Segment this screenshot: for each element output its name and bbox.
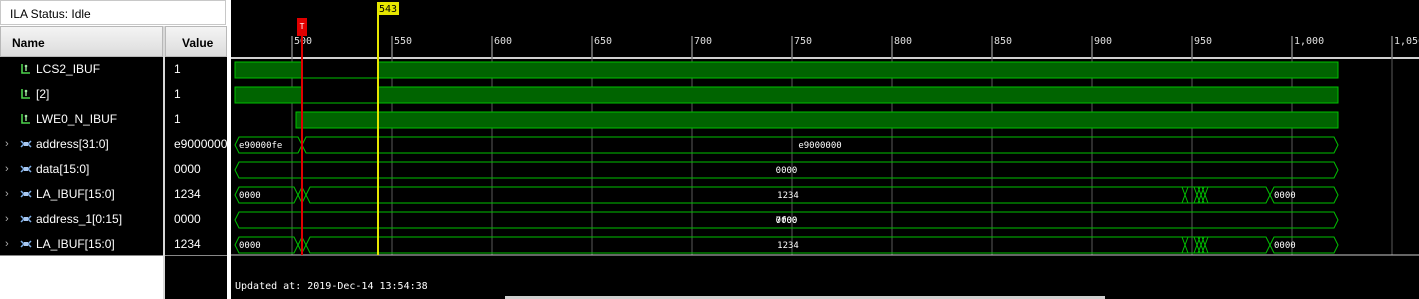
bus-signal-icon [20,138,32,150]
name-column-header[interactable]: Name [0,26,163,57]
signal-row[interactable]: › data[15:0] [0,157,163,182]
tick-label: 750 [794,36,812,47]
tick-label: 850 [994,36,1012,47]
signal-row[interactable]: LCS2_IBUF [0,57,163,82]
expand-chevron-icon[interactable]: › [5,138,9,150]
signal-value: 1 [174,87,181,101]
ila-status-bar: ILA Status: Idle [0,0,226,25]
bus-transition-mark [1201,236,1209,254]
expand-chevron-icon[interactable]: › [5,188,9,200]
signal-value-row: 1 [165,82,227,107]
bus-signal-icon [20,163,32,175]
signal-name: address[31:0] [36,137,109,151]
signal-value: e9000000 [174,137,227,151]
waveform-viewer[interactable]: 500 550 600 650 700 750 800 850 900 950 1,000 1,050… [231,0,1419,299]
expand-chevron-icon[interactable]: › [5,163,9,175]
signal-value-row: 1234 [165,232,227,257]
trigger-marker-label: T [300,22,305,31]
tick-label: 550 [394,36,412,47]
signal-name-list: LCS2_IBUF [2] LWE0_N_IBUF › address[31:0] › da… [0,57,163,255]
signal-name: LWE0_N_IBUF [36,112,118,126]
bus-transition-mark [1201,186,1209,204]
signal-value: 1234 [174,237,201,251]
expand-chevron-icon[interactable]: › [5,238,9,250]
signal-value: 1 [174,112,181,126]
signal-value: 0000 [174,162,201,176]
signal-name: data[15:0] [36,162,90,176]
tick-label: 700 [694,36,712,47]
signal-value-row: 0000 [165,207,227,232]
name-header-label: Name [12,36,45,50]
bit-high-segment [377,61,1339,79]
name-panel-footer [0,255,163,299]
bus-value-label: e9000000 [798,141,841,151]
bit-signal-icon [20,88,32,100]
signal-value-row: 1 [165,57,227,82]
bus-signal-icon [20,238,32,250]
bus-value-label: 0000 [239,241,261,251]
bus-value-label: 0000 [1274,191,1296,201]
signal-row[interactable]: › address[31:0] [0,132,163,157]
signal-name: [2] [36,87,50,101]
ila-status-text: ILA Status: Idle [10,7,91,21]
updated-at-text: Updated at: 2019-Dec-14 13:54:38 [235,281,428,292]
signal-value: 1 [174,62,181,76]
bus-value-label: 0000 [239,191,261,201]
signal-value-list: 1 1 1 e9000000 0000 1234 0000 1234 [165,57,227,255]
bus-signal-icon [20,213,32,225]
tick-label: 650 [594,36,612,47]
signal-value-row: e9000000 [165,132,227,157]
bit-high-segment [234,61,303,79]
signal-value-row: 1 [165,107,227,132]
bit-signal-icon [20,113,32,125]
bus-value-label: 0000 [776,166,798,176]
bus-value-label: 1234 [777,241,799,251]
tick-label: 600 [494,36,512,47]
tick-label: 800 [894,36,912,47]
signal-name: address_1[0:15] [36,212,123,226]
bus-signal-icon [20,188,32,200]
tick-label: 1,000 [1294,36,1324,47]
bus-value-label: 0000 [1274,241,1296,251]
bit-high-segment [295,111,1339,129]
signal-row[interactable]: › LA_IBUF[15:0] [0,182,163,207]
bus-transition-mark [1181,186,1189,204]
signal-value-row: 1234 [165,182,227,207]
signal-name: LA_IBUF[15:0] [36,237,115,251]
tick-label: 950 [1194,36,1212,47]
bus-value-label: e90000fe [239,141,282,151]
bus-value-label: 1234 [777,191,799,201]
signal-name: LA_IBUF[15:0] [36,187,115,201]
value-panel-footer [165,255,227,299]
tick-label: 1,050 [1394,36,1419,47]
tick-label: 900 [1094,36,1112,47]
signal-value: 1234 [174,187,201,201]
signal-value: 0000 [174,212,201,226]
bus-value-label: 0000 [776,216,798,226]
signal-row[interactable]: › address_1[0:15] [0,207,163,232]
bus-transition-mark [1181,236,1189,254]
value-column-header[interactable]: Value [165,26,227,57]
bit-high-segment [234,86,303,104]
cursor-value-label: 543 [379,4,397,15]
expand-chevron-icon[interactable]: › [5,213,9,225]
bit-high-segment [377,86,1339,104]
bit-signal-icon [20,63,32,75]
tick-label: 500 [294,36,312,47]
waveform-canvas[interactable]: 500 550 600 650 700 750 800 850 900 950 1,000 1,050… [231,0,1419,299]
value-header-label: Value [182,36,214,50]
signal-row[interactable]: › LA_IBUF[15:0] [0,232,163,257]
signal-name: LCS2_IBUF [36,62,101,76]
signal-row[interactable]: [2] [0,82,163,107]
signal-value-row: 0000 [165,157,227,182]
signal-row[interactable]: LWE0_N_IBUF [0,107,163,132]
